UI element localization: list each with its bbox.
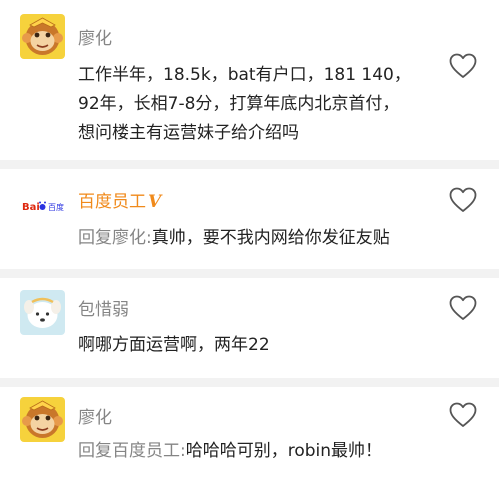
comment-item: 包惜弱 啊哪方面运营啊，两年22 — [0, 278, 499, 378]
baidu-logo-icon: Bai 百度 — [20, 183, 65, 228]
comment-line: 92年，长相7-8分，打算年底内北京首付， — [78, 94, 400, 114]
reply-text: 哈哈哈可别，robin最帅！ — [185, 441, 383, 461]
comment-item: Bai 百度 百度员工 V 回复廖化:真帅，要不我内网给你发征友贴 — [0, 169, 499, 269]
comment-text: 工作半年，18.5k，bat有户口，181 140， 92年，长相7-8分，打算… — [78, 61, 411, 148]
username[interactable]: 廖化 — [78, 403, 112, 428]
monkey-avatar-icon — [20, 397, 65, 442]
heart-outline-icon[interactable] — [449, 187, 477, 213]
svg-text:Bai: Bai — [22, 202, 40, 213]
comment-item: 廖化 工作半年，18.5k，bat有户口，181 140， 92年，长相7-8分… — [0, 0, 499, 160]
username[interactable]: 百度员工 V — [78, 187, 161, 212]
monkey-avatar-icon — [20, 14, 65, 59]
heart-outline-icon[interactable] — [449, 402, 477, 428]
svg-text:百度: 百度 — [48, 202, 64, 212]
comment-separator — [0, 378, 499, 387]
reply-prefix[interactable]: 回复廖化: — [78, 228, 152, 248]
verified-badge: V — [148, 192, 162, 212]
comment-text: 回复百度员工:哈哈哈可别，robin最帅！ — [78, 437, 382, 466]
comment-separator — [0, 160, 499, 169]
reply-text: 真帅，要不我内网给你发征友贴 — [151, 228, 390, 248]
username[interactable]: 包惜弱 — [78, 295, 129, 320]
comment-text: 回复廖化:真帅，要不我内网给你发征友贴 — [78, 224, 390, 253]
reply-prefix[interactable]: 回复百度员工: — [78, 441, 186, 461]
avatar[interactable] — [20, 14, 65, 59]
comment-line: 想问楼主有运营妹子给介绍吗 — [78, 123, 299, 143]
avatar[interactable]: Bai 百度 — [20, 183, 65, 228]
heart-outline-icon[interactable] — [449, 295, 477, 321]
avatar[interactable] — [20, 290, 65, 335]
comment-separator — [0, 269, 499, 278]
username[interactable]: 廖化 — [78, 24, 112, 49]
comment-item: 廖化 回复百度员工:哈哈哈可别，robin最帅！ — [0, 387, 499, 478]
dog-avatar-icon — [20, 290, 65, 335]
comment-text: 啊哪方面运营啊，两年22 — [78, 335, 270, 355]
comment-line: 工作半年，18.5k，bat有户口，181 140， — [78, 65, 411, 85]
heart-outline-icon[interactable] — [449, 53, 477, 79]
username-text: 百度员工 — [78, 192, 146, 212]
avatar[interactable] — [20, 397, 65, 442]
